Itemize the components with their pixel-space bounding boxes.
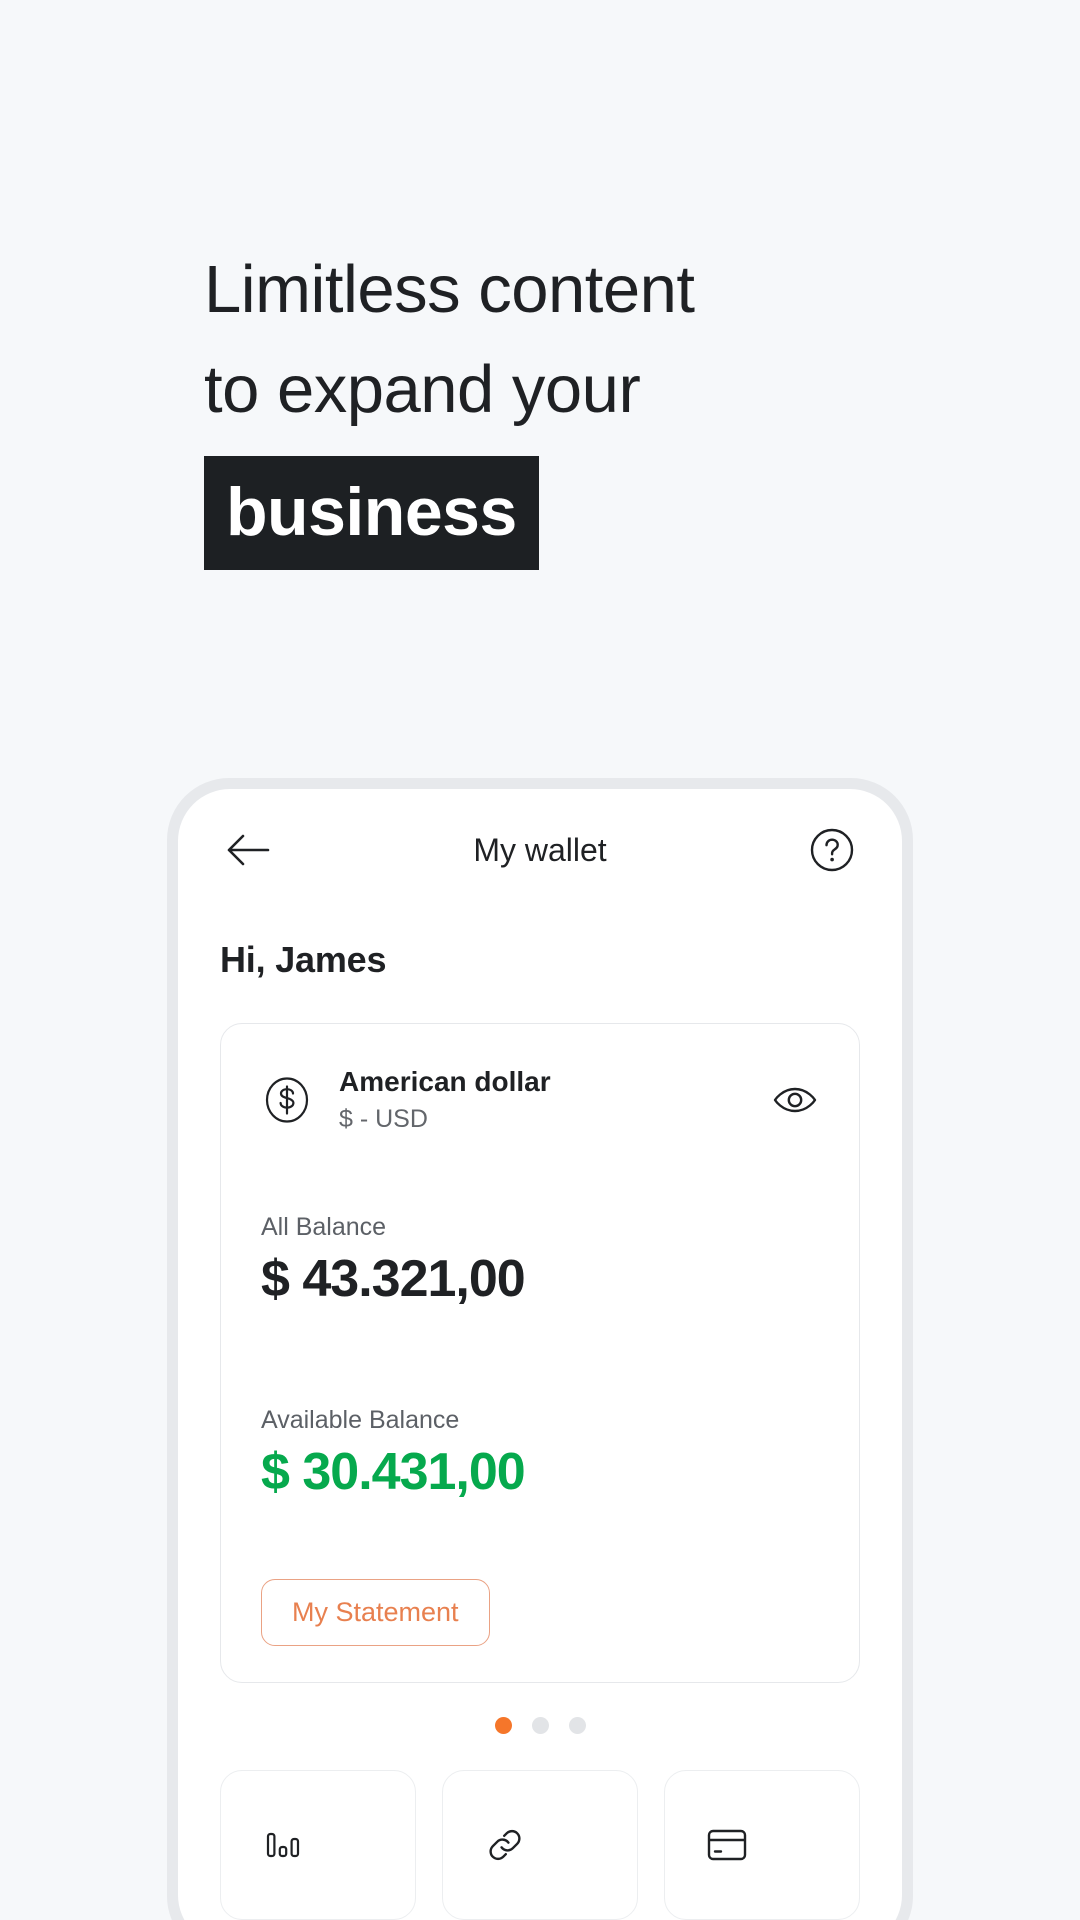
available-balance-value: $ 30.431,00 (261, 1443, 526, 1502)
eye-icon (772, 1085, 818, 1115)
all-balance-block: All Balance $ 43.321,00 (261, 1212, 819, 1310)
app-header: My wallet (178, 789, 902, 911)
question-circle-icon (809, 827, 855, 873)
dollar-circle-icon (261, 1074, 313, 1126)
help-button[interactable] (804, 822, 860, 878)
currency-code: $ - USD (339, 1105, 428, 1133)
phone-mockup: My wallet Hi, James American dollar $ - … (167, 778, 913, 1920)
hero-line-2: to expand your (204, 352, 641, 427)
hero-headline: Limitless content to expand your busines… (204, 240, 924, 570)
hero-highlight-row: business (204, 456, 924, 570)
my-statement-button[interactable]: My Statement (261, 1579, 490, 1646)
carousel-dot-1[interactable] (494, 1717, 512, 1734)
tile-cards[interactable] (664, 1770, 860, 1920)
action-tiles (178, 1734, 902, 1920)
tile-statistics[interactable] (220, 1770, 416, 1920)
carousel-dot-3[interactable] (568, 1717, 586, 1734)
currency-row: American dollar $ - USD (261, 1064, 819, 1136)
all-balance-value: $ 43.321,00 (261, 1249, 526, 1308)
currency-name: American dollar (339, 1066, 551, 1097)
bar-chart-icon (257, 1819, 309, 1871)
credit-card-icon (701, 1819, 753, 1871)
page-title: My wallet (473, 831, 607, 868)
phone-screen: My wallet Hi, James American dollar $ - … (178, 789, 902, 1920)
arrow-left-icon (226, 833, 270, 867)
link-icon (479, 1819, 531, 1871)
carousel-dot-2[interactable] (531, 1717, 549, 1734)
available-balance-label: Available Balance (261, 1406, 460, 1435)
hero-highlight-business: business (204, 456, 539, 570)
currency-text-group: American dollar $ - USD (339, 1064, 551, 1136)
carousel-dots (178, 1717, 902, 1734)
hero-line-1: Limitless content (204, 252, 695, 327)
available-balance-block: Available Balance $ 30.431,00 (261, 1405, 819, 1503)
greeting-text: Hi, James (220, 939, 387, 980)
toggle-visibility-button[interactable] (771, 1076, 819, 1124)
page-root: Limitless content to expand your busines… (0, 0, 1080, 1920)
all-balance-label: All Balance (261, 1212, 387, 1241)
tile-link[interactable] (442, 1770, 638, 1920)
wallet-card: American dollar $ - USD All Balance $ 43… (220, 1023, 860, 1683)
back-button[interactable] (220, 822, 276, 878)
